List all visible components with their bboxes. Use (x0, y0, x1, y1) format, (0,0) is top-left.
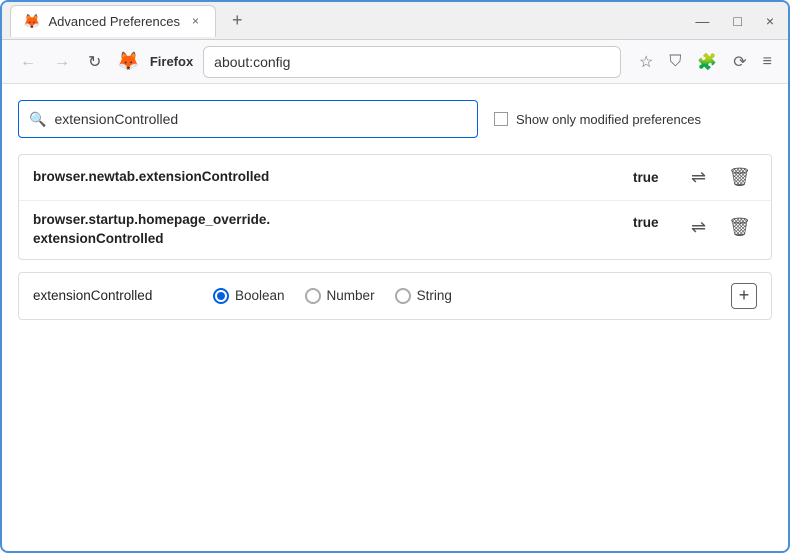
delete-button-2[interactable]: 🗑 (722, 215, 757, 240)
menu-icon[interactable]: ≡ (759, 49, 776, 75)
new-tab-button[interactable]: + (224, 6, 251, 35)
search-input[interactable] (54, 111, 467, 127)
search-icon: 🔍 (29, 111, 46, 128)
search-row: 🔍 Show only modified preferences (18, 100, 772, 138)
window-controls: — □ × (689, 11, 780, 31)
radio-label-string: String (417, 288, 452, 303)
tab-favicon: 🦊 (23, 13, 40, 30)
results-table: browser.newtab.extensionControlled true … (18, 154, 772, 260)
firefox-logo: 🦊 (117, 51, 139, 72)
swap-button-2[interactable]: ⇌ (685, 215, 712, 240)
radio-label-number: Number (327, 288, 375, 303)
show-modified-row[interactable]: Show only modified preferences (494, 112, 701, 127)
row-actions-2: ⇌ 🗑 (685, 215, 757, 240)
back-button[interactable]: ← (14, 49, 42, 75)
add-pref-button[interactable]: + (731, 283, 757, 309)
close-button[interactable]: × (760, 11, 780, 31)
new-pref-row: extensionControlled Boolean Number (18, 272, 772, 320)
show-modified-checkbox[interactable] (494, 112, 508, 126)
radio-string[interactable]: String (395, 288, 452, 304)
radio-number[interactable]: Number (305, 288, 375, 304)
bookmark-icon[interactable]: ☆ (635, 48, 657, 76)
navigation-bar: ← → ↻ 🦊 Firefox about:config ☆ ⛉ 🧩 ⟳ ≡ (2, 40, 788, 84)
shield-icon[interactable]: ⛉ (665, 49, 685, 75)
radio-circle-string (395, 288, 411, 304)
nav-icon-group: ☆ ⛉ 🧩 ⟳ ≡ (635, 48, 776, 76)
row-actions-1: ⇌ 🗑 (685, 165, 757, 190)
extension-icon[interactable]: 🧩 (693, 48, 721, 76)
forward-button[interactable]: → (48, 49, 76, 75)
swap-button-1[interactable]: ⇌ (685, 165, 712, 190)
radio-boolean[interactable]: Boolean (213, 288, 285, 304)
sync-icon[interactable]: ⟳ (729, 48, 750, 76)
url-bar[interactable]: about:config (203, 46, 621, 78)
pref-name-1: browser.newtab.extensionControlled (33, 168, 621, 187)
reload-button[interactable]: ↻ (82, 48, 107, 76)
browser-name: Firefox (150, 54, 193, 69)
tab-close-button[interactable]: × (188, 12, 203, 30)
new-pref-name: extensionControlled (33, 288, 193, 303)
table-row[interactable]: browser.newtab.extensionControlled true … (19, 155, 771, 201)
tab-title: Advanced Preferences (48, 14, 180, 29)
delete-button-1[interactable]: 🗑 (722, 165, 757, 190)
radio-label-boolean: Boolean (235, 288, 285, 303)
table-row[interactable]: browser.startup.homepage_override.extens… (19, 201, 771, 259)
minimize-button[interactable]: — (689, 11, 715, 31)
radio-inner-boolean (217, 292, 225, 300)
search-box[interactable]: 🔍 (18, 100, 478, 138)
type-radio-group: Boolean Number String (213, 288, 452, 304)
browser-tab[interactable]: 🦊 Advanced Preferences × (10, 5, 216, 37)
content-area: 🔍 Show only modified preferences browser… (2, 84, 788, 336)
pref-value-1: true (633, 170, 673, 185)
title-bar: 🦊 Advanced Preferences × + — □ × (2, 2, 788, 40)
radio-circle-number (305, 288, 321, 304)
show-modified-label: Show only modified preferences (516, 112, 701, 127)
maximize-button[interactable]: □ (727, 11, 747, 31)
pref-value-2: true (633, 215, 673, 230)
radio-circle-boolean (213, 288, 229, 304)
url-text: about:config (214, 54, 290, 70)
pref-name-2: browser.startup.homepage_override.extens… (33, 211, 621, 249)
